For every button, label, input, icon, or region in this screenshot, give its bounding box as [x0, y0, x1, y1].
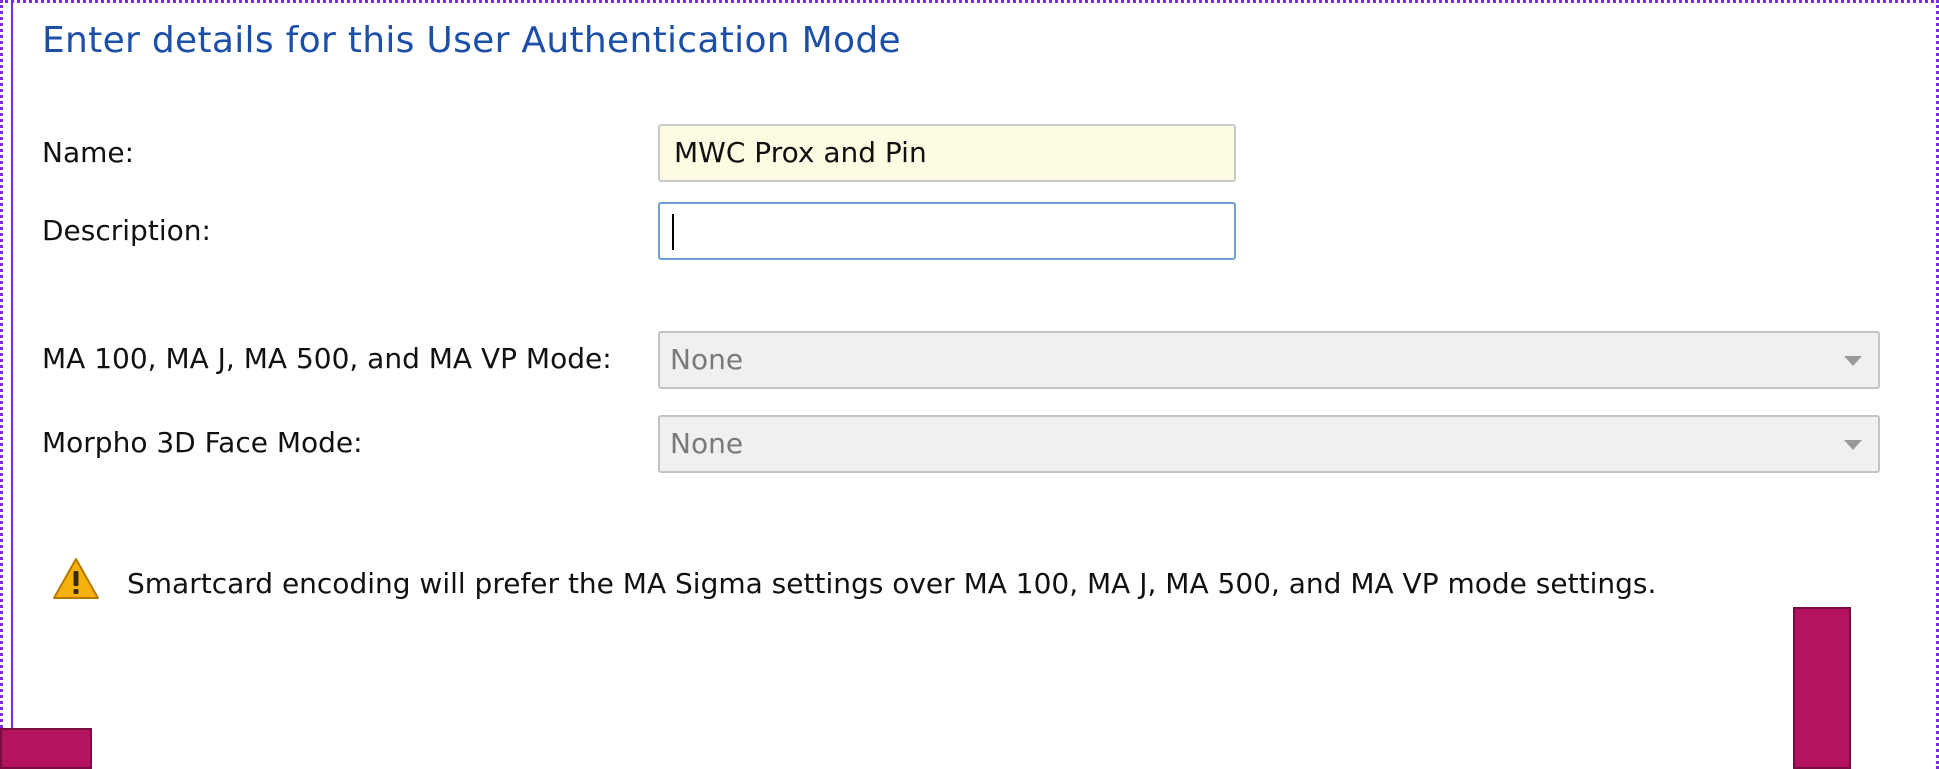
page-title: Enter details for this User Authenticati…: [42, 20, 901, 61]
morpho-mode-selected-value: None: [670, 427, 744, 460]
morpho-mode-select[interactable]: None: [658, 415, 1880, 473]
warning-message: Smartcard encoding will prefer the MA Si…: [127, 567, 1657, 600]
ma-mode-label: MA 100, MA J, MA 500, and MA VP Mode:: [42, 342, 612, 375]
description-label: Description:: [42, 214, 211, 247]
ma-mode-selected-value: None: [670, 343, 744, 376]
overlay-block-right: [1793, 607, 1851, 769]
description-field[interactable]: [658, 202, 1236, 260]
morpho-mode-label: Morpho 3D Face Mode:: [42, 426, 363, 459]
frame-left-border: [11, 0, 13, 769]
chevron-down-icon: [1844, 440, 1862, 450]
text-caret: [672, 214, 674, 250]
overlay-block-left: [0, 728, 92, 769]
name-field-value: MWC Prox and Pin: [674, 136, 927, 169]
chevron-down-icon: [1844, 356, 1862, 366]
name-label: Name:: [42, 136, 135, 169]
ma-mode-select[interactable]: None: [658, 331, 1880, 389]
warning-triangle-icon: [53, 558, 99, 599]
name-field[interactable]: MWC Prox and Pin: [658, 124, 1236, 182]
